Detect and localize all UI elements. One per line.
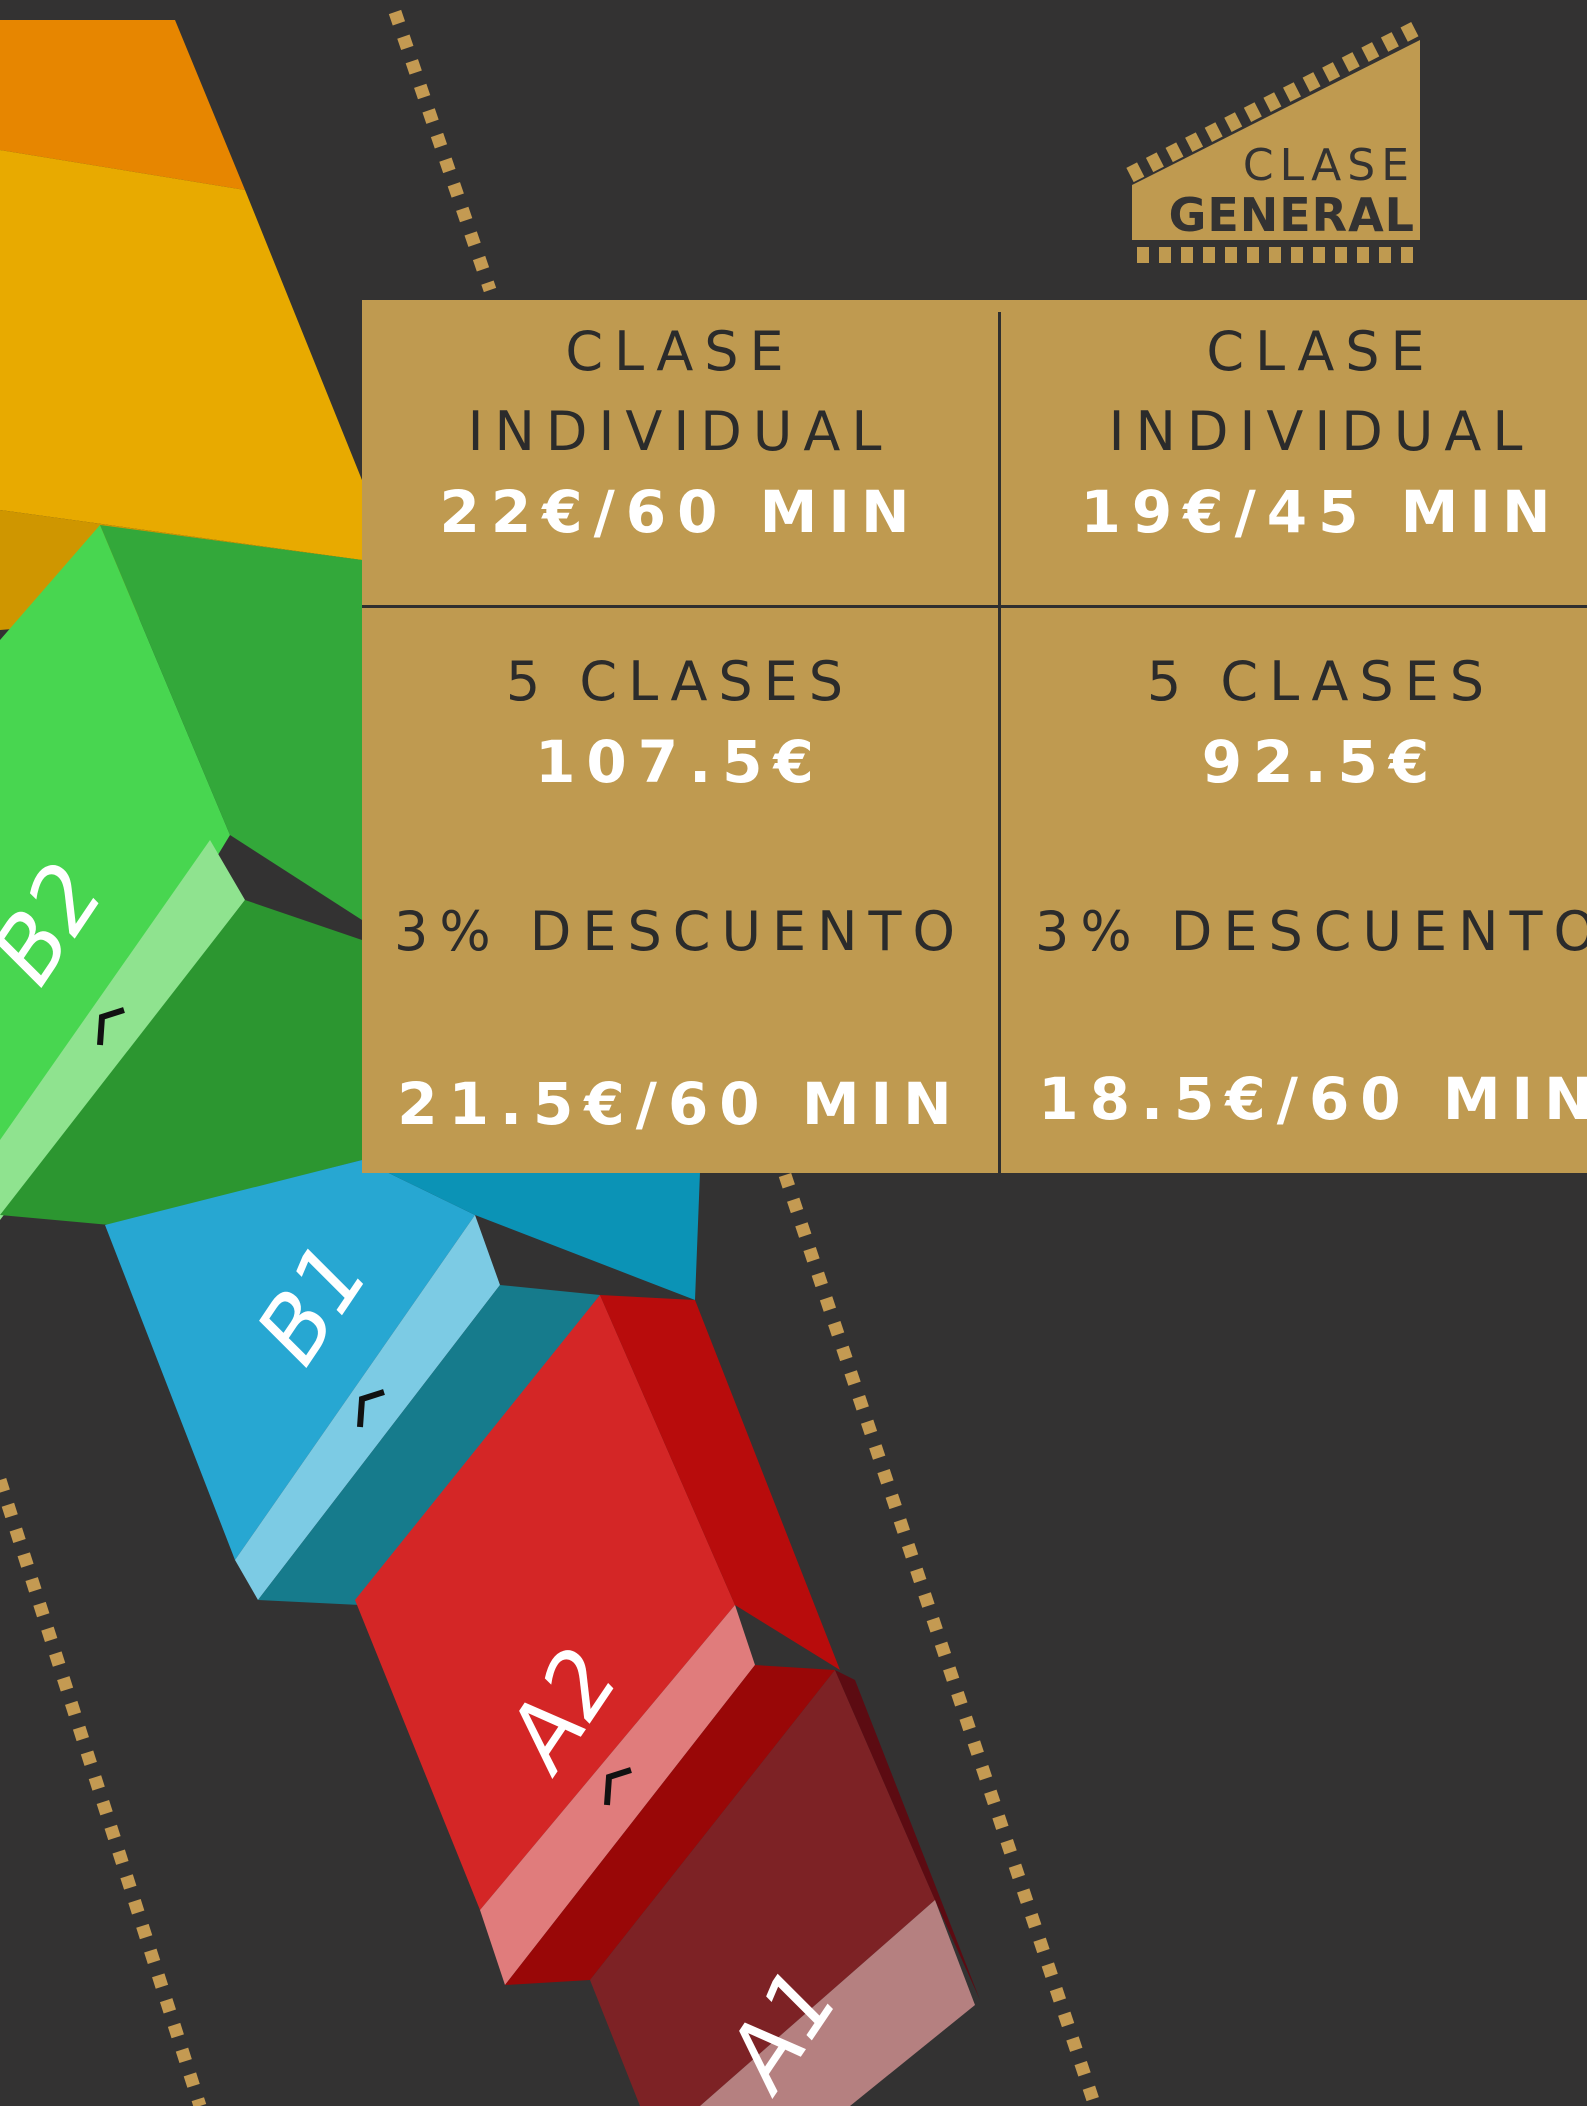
price-table: CLASE INDIVIDUAL 22€/60 MIN 5 CLASES 107…: [362, 300, 1587, 1173]
row-divider: [362, 605, 1587, 608]
left-unit-price: 21.5€/60 MIN: [397, 1070, 963, 1138]
logo-line-1: CLASE: [1242, 140, 1415, 191]
left-title-1: CLASE: [565, 320, 795, 383]
block-top-yellow: [0, 150, 362, 560]
right-unit-price: 18.5€/60 MIN: [1038, 1065, 1587, 1133]
left-pack-price: 107.5€: [535, 728, 825, 796]
dotted-line: [388, 9, 497, 293]
clase-general-logo: CLASE GENERAL: [1125, 20, 1425, 270]
left-pack-label: 5 CLASES: [505, 650, 855, 713]
right-pack-label: 5 CLASES: [1146, 650, 1496, 713]
dotted-line: [0, 1478, 207, 2106]
right-pack-price: 92.5€: [1201, 728, 1441, 796]
right-price: 19€/45 MIN: [1080, 478, 1562, 546]
logo-line-2: GENERAL: [1168, 188, 1415, 242]
right-title-1: CLASE: [1206, 320, 1436, 383]
right-title-2: INDIVIDUAL: [1108, 400, 1534, 463]
left-price: 22€/60 MIN: [439, 478, 921, 546]
left-discount: 3% DESCUENTO: [393, 900, 967, 963]
left-title-2: INDIVIDUAL: [467, 400, 893, 463]
right-discount: 3% DESCUENTO: [1034, 900, 1587, 963]
